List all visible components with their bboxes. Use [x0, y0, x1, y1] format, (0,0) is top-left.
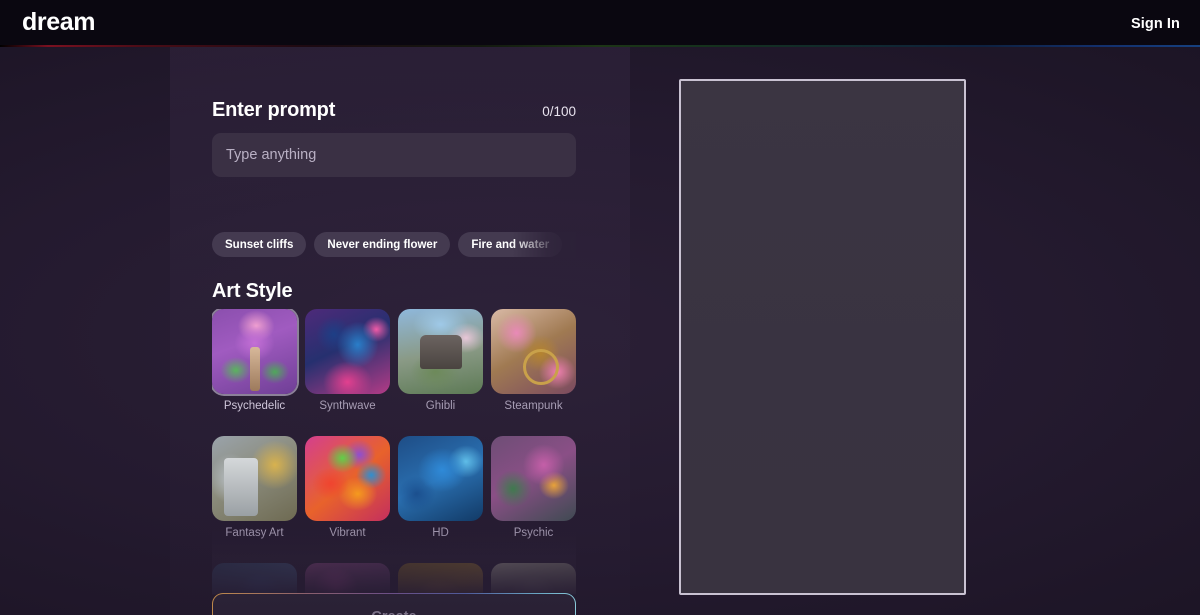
art-style-option[interactable]: Synthwave: [305, 309, 390, 413]
art-style-thumbnail: [212, 436, 297, 521]
art-style-title: Art Style: [212, 280, 293, 302]
composer-content: Enter prompt 0/100 Sunset cliffs Never en…: [212, 47, 576, 615]
prompt-header: Enter prompt 0/100: [212, 99, 576, 122]
suggestion-chip[interactable]: Fire and water: [458, 232, 563, 257]
suggestion-chip[interactable]: Sunset cliffs: [212, 232, 307, 257]
prompt-suggestions: Sunset cliffs Never ending flower Fire and…: [212, 232, 576, 258]
art-style-label: Synthwave: [319, 400, 376, 412]
suggestion-chip[interactable]: Never ending flower: [314, 232, 451, 257]
art-style-option[interactable]: [212, 563, 297, 594]
art-style-option[interactable]: Fantasy Art: [212, 436, 297, 540]
art-style-thumbnail: [491, 436, 576, 521]
art-style-thumbnail: [305, 436, 390, 521]
art-style-thumbnail: [305, 563, 390, 594]
art-style-thumbnail: [212, 563, 297, 594]
header-gradient-divider: [0, 45, 1200, 47]
art-style-option[interactable]: HD: [398, 436, 483, 540]
art-style-option[interactable]: Ghibli: [398, 309, 483, 413]
image-preview-panel[interactable]: [679, 79, 966, 595]
art-style-thumbnail: [398, 563, 483, 594]
art-style-label: Fantasy Art: [225, 527, 284, 539]
art-style-thumbnail: [212, 309, 297, 394]
create-button[interactable]: Create: [213, 594, 575, 615]
art-style-grid-viewport[interactable]: Psychedelic Synthwave Ghibli Steampunk Fanta…: [212, 309, 576, 594]
character-counter: 0/100: [542, 104, 576, 119]
top-header: dream Sign In: [0, 0, 1200, 47]
art-style-option[interactable]: [305, 563, 390, 594]
art-style-label: HD: [432, 527, 449, 539]
art-style-thumbnail: [398, 436, 483, 521]
suggestion-chip[interactable]: DNA tornado: [570, 232, 576, 257]
art-style-thumbnail: [398, 309, 483, 394]
art-style-thumbnail: [305, 309, 390, 394]
brand-logo[interactable]: dream: [22, 9, 95, 38]
sign-in-button[interactable]: Sign In: [1131, 16, 1180, 32]
dream-app-window: dream Sign In Enter prompt 0/100 Sunset …: [0, 0, 1200, 615]
art-style-option[interactable]: [398, 563, 483, 594]
art-style-option[interactable]: Psychedelic: [212, 309, 297, 413]
prompt-input[interactable]: [212, 133, 576, 177]
art-style-option[interactable]: Vibrant: [305, 436, 390, 540]
art-style-label: Ghibli: [425, 400, 456, 412]
art-style-label: Psychedelic: [223, 400, 286, 412]
art-style-label: Psychic: [513, 527, 554, 539]
art-style-label: Vibrant: [329, 527, 366, 539]
art-style-thumbnail: [491, 563, 576, 594]
art-style-label: Steampunk: [504, 400, 563, 412]
art-style-thumbnail: [491, 309, 576, 394]
art-style-option[interactable]: Steampunk: [491, 309, 576, 413]
prompt-title: Enter prompt: [212, 99, 336, 121]
art-style-option[interactable]: [491, 563, 576, 594]
create-button-border: Create: [212, 593, 576, 615]
art-style-option[interactable]: Psychic: [491, 436, 576, 540]
